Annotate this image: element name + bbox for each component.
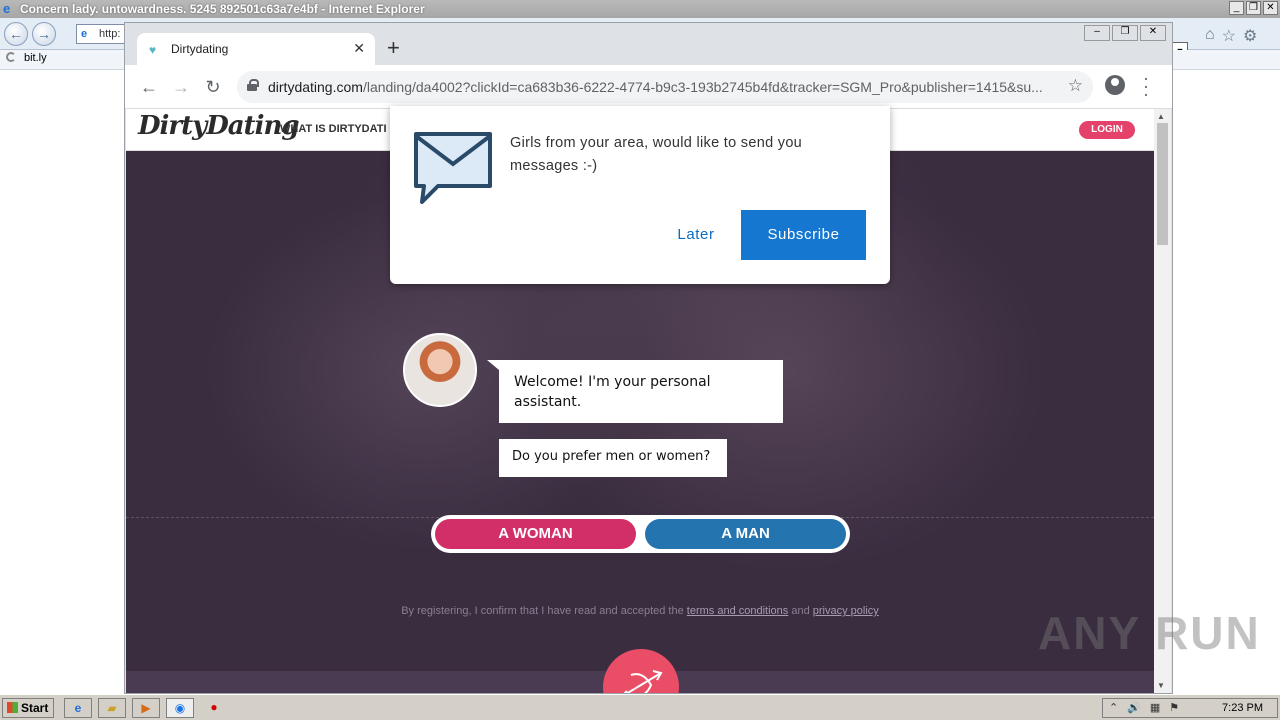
- heart-favicon-icon: ♥: [149, 43, 157, 57]
- ie-address-bar[interactable]: e http:: [76, 24, 130, 44]
- taskbar-stop-icon[interactable]: ●: [200, 698, 228, 718]
- start-button[interactable]: Start: [2, 698, 54, 718]
- ie-address-text: http:: [99, 28, 121, 40]
- close-tab-icon[interactable]: ✕: [353, 40, 365, 57]
- login-button[interactable]: LOGIN: [1079, 121, 1135, 139]
- home-icon[interactable]: ⌂: [1205, 26, 1215, 46]
- ie-minimize-button[interactable]: _: [1229, 1, 1244, 15]
- favorites-star-icon[interactable]: ☆: [1222, 26, 1236, 46]
- choose-man-button[interactable]: A MAN: [645, 519, 846, 549]
- system-tray: ⌃🔊▦⚑ 7:23 PM: [1102, 698, 1278, 718]
- chrome-minimize-button[interactable]: –: [1084, 25, 1110, 41]
- scroll-down-icon[interactable]: ▼: [1157, 681, 1165, 690]
- message-envelope-icon: [414, 132, 492, 204]
- privacy-link[interactable]: privacy policy: [813, 605, 879, 617]
- lock-icon: [247, 79, 259, 91]
- anyrun-watermark: ANY RUN: [1038, 607, 1261, 659]
- forward-arrow-icon[interactable]: →: [169, 75, 193, 99]
- chat-bubble-question: Do you prefer men or women?: [499, 439, 727, 477]
- chrome-tab-title: Dirtydating: [171, 42, 229, 56]
- taskbar-ie-icon[interactable]: e: [64, 698, 92, 718]
- later-button[interactable]: Later: [646, 210, 746, 260]
- ie-close-button[interactable]: ✕: [1263, 1, 1278, 15]
- taskbar-media-icon[interactable]: ▶: [132, 698, 160, 718]
- tools-gear-icon[interactable]: ⚙: [1243, 26, 1257, 46]
- choose-woman-button[interactable]: A WOMAN: [435, 519, 636, 549]
- taskbar: Start e ▰ ▶ ◉ ● ⌃🔊▦⚑ 7:23 PM: [0, 694, 1280, 720]
- scroll-up-icon[interactable]: ▲: [1157, 112, 1165, 121]
- assistant-avatar: [403, 333, 477, 407]
- site-logo[interactable]: DirtyDating: [138, 111, 300, 141]
- windows-flag-icon: [7, 702, 18, 713]
- disclaimer-text: By registering, I confirm that I have re…: [401, 605, 687, 617]
- back-arrow-icon[interactable]: ←: [137, 75, 161, 99]
- chrome-window-controls: – ❐ ✕: [1084, 25, 1166, 41]
- ie-command-icons: ⌂ ☆ ⚙: [1205, 26, 1257, 46]
- terms-link[interactable]: terms and conditions: [687, 605, 789, 617]
- cupid-arrow-icon: [623, 670, 663, 693]
- ie-titlebar: e Concern lady. untowardness. 5245 89250…: [0, 0, 1280, 18]
- ie-tab[interactable]: bit.ly: [6, 52, 47, 64]
- nav-what-is[interactable]: WHAT IS DIRTYDATI: [280, 123, 400, 135]
- notification-message: Girls from your area, would like to send…: [510, 135, 803, 174]
- chrome-toolbar: ← → ↻ dirtydating.com/landing/da4002?cli…: [125, 65, 1172, 109]
- disclaimer-and: and: [788, 605, 813, 617]
- reload-icon[interactable]: ↻: [201, 75, 225, 99]
- ie-page-icon: e: [81, 28, 88, 40]
- clock: 7:23 PM: [1222, 702, 1263, 714]
- ie-window-controls: _ ❐ ✕: [1229, 1, 1278, 15]
- ie-forward-button[interactable]: →: [32, 22, 56, 46]
- taskbar-chrome-icon[interactable]: ◉: [166, 698, 194, 718]
- gender-choice-group: A WOMAN A MAN: [431, 515, 850, 553]
- chrome-close-button[interactable]: ✕: [1140, 25, 1166, 41]
- bookmark-star-icon[interactable]: ☆: [1068, 76, 1083, 96]
- registration-disclaimer: By registering, I confirm that I have re…: [126, 605, 1154, 617]
- notification-prompt: Girls from your area, would like to send…: [390, 106, 890, 284]
- tray-icons[interactable]: ⌃🔊▦⚑: [1109, 701, 1188, 714]
- subscribe-button[interactable]: Subscribe: [741, 210, 866, 260]
- ie-maximize-button[interactable]: ❐: [1246, 1, 1261, 15]
- chrome-tabstrip: ♥ Dirtydating ✕ + – ❐ ✕: [125, 23, 1172, 65]
- url-text: dirtydating.com/landing/da4002?clickId=c…: [268, 79, 1043, 95]
- ie-tab-label: bit.ly: [24, 52, 47, 64]
- ie-back-button[interactable]: ←: [4, 22, 28, 46]
- menu-dots-icon[interactable]: · · ·: [1141, 69, 1151, 103]
- scroll-thumb[interactable]: [1157, 123, 1168, 245]
- start-label: Start: [21, 701, 49, 715]
- ie-logo-icon: e: [3, 1, 11, 16]
- new-tab-button[interactable]: +: [387, 37, 400, 59]
- chrome-tab[interactable]: ♥ Dirtydating ✕: [137, 33, 375, 65]
- taskbar-folder-icon[interactable]: ▰: [98, 698, 126, 718]
- ie-window-title: Concern lady. untowardness. 5245 892501c…: [20, 2, 425, 16]
- chat-bubble-welcome: Welcome! I'm your personal assistant.: [487, 360, 783, 423]
- address-bar[interactable]: dirtydating.com/landing/da4002?clickId=c…: [237, 71, 1093, 103]
- profile-icon[interactable]: [1105, 75, 1125, 95]
- loading-spinner-icon: [6, 52, 16, 62]
- chrome-restore-button[interactable]: ❐: [1112, 25, 1138, 41]
